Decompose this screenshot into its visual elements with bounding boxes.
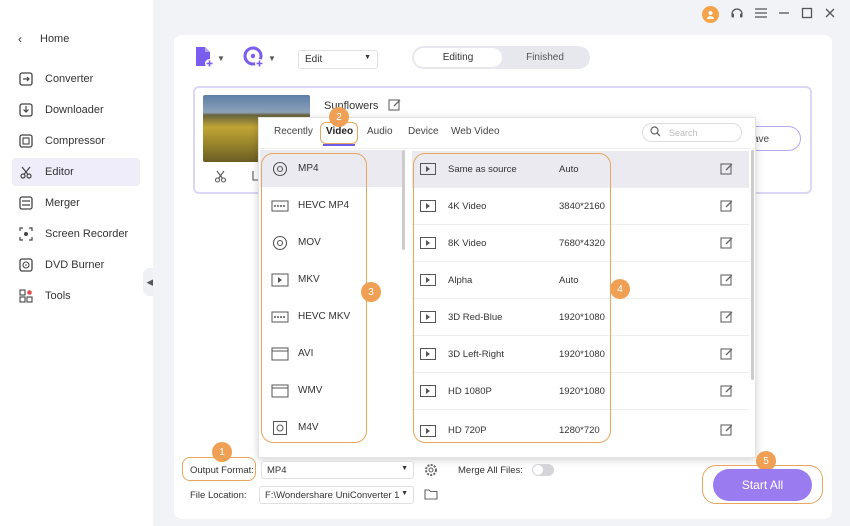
step-badge-2: 2 [329, 107, 349, 127]
chevron-down-icon: ▼ [364, 54, 371, 61]
add-files-button[interactable]: ▼ [194, 46, 225, 71]
trim-scissors-icon[interactable] [214, 170, 227, 186]
preset-list-scrollbar[interactable] [751, 150, 754, 380]
search-icon [650, 126, 661, 139]
merge-toggle[interactable] [532, 464, 554, 476]
edit-select[interactable]: Edit ▼ [298, 50, 378, 69]
output-format-select[interactable]: MP4 ▼ [261, 461, 414, 479]
minimize-icon[interactable] [778, 7, 790, 22]
output-format-label: Output Format: [190, 465, 254, 476]
step-badge-4: 4 [610, 279, 630, 299]
edit-preset-icon[interactable] [720, 423, 733, 439]
editing-finished-toggle: Editing Finished [412, 46, 590, 69]
sidebar-item-dvd-burner[interactable]: DVD Burner [12, 251, 140, 279]
rename-edit-icon[interactable] [388, 98, 401, 114]
headset-icon[interactable] [730, 6, 744, 23]
edit-select-value: Edit [305, 54, 323, 65]
sidebar-item-label: DVD Burner [45, 259, 105, 271]
tab-finished[interactable]: Finished [502, 48, 588, 67]
sidebar-item-editor[interactable]: Editor [12, 158, 140, 186]
edit-preset-icon[interactable] [720, 347, 733, 363]
file-location-label: File Location: [190, 490, 247, 501]
tab-audio[interactable]: Audio [367, 126, 393, 137]
step-badge-1: 1 [212, 442, 232, 462]
highlight-format-list [261, 153, 367, 443]
step-badge-3: 3 [361, 282, 381, 302]
tab-recently[interactable]: Recently [274, 126, 313, 137]
file-location-select[interactable]: F:\Wondershare UniConverter 1 ▼ [259, 486, 414, 504]
active-tab-indicator [323, 144, 355, 146]
chevron-down-icon: ▼ [217, 54, 225, 63]
sidebar-item-label: Converter [45, 73, 94, 85]
format-search-input[interactable]: Search [642, 123, 742, 142]
sidebar-item-label: Downloader [45, 104, 104, 116]
edit-preset-icon[interactable] [720, 384, 733, 400]
step-badge-5: 5 [756, 451, 776, 471]
output-format-value: MP4 [267, 465, 287, 476]
file-location-value: F:\Wondershare UniConverter 1 [265, 490, 400, 501]
sidebar-item-label: Merger [45, 197, 80, 209]
sidebar-item-label: Editor [45, 166, 74, 178]
sidebar-item-merger[interactable]: Merger [12, 189, 140, 217]
sidebar-item-label: Compressor [45, 135, 105, 147]
chevron-down-icon: ▼ [401, 490, 408, 497]
settings-gear-icon[interactable] [424, 463, 438, 480]
merger-icon [18, 195, 34, 211]
sidebar-item-tools[interactable]: Tools [12, 282, 140, 310]
window-controls [702, 6, 836, 23]
edit-preset-icon[interactable] [720, 310, 733, 326]
maximize-icon[interactable] [801, 7, 813, 22]
sidebar-item-downloader[interactable]: Downloader [12, 96, 140, 124]
home-label: Home [40, 33, 70, 45]
home-link[interactable]: ‹ Home [18, 32, 69, 46]
tab-device[interactable]: Device [408, 126, 439, 137]
highlight-preset-list [413, 153, 611, 443]
scissors-icon [18, 164, 34, 180]
format-list-scrollbar[interactable] [402, 150, 405, 250]
tab-web-video[interactable]: Web Video [451, 126, 500, 137]
add-file-icon [194, 46, 214, 71]
sidebar: ‹ Home Converter Downloader Compressor E… [0, 0, 153, 526]
sidebar-item-label: Screen Recorder [45, 228, 129, 240]
compressor-icon [18, 133, 34, 149]
sidebar-item-screen-recorder[interactable]: Screen Recorder [12, 220, 140, 248]
search-placeholder: Search [669, 127, 698, 138]
tab-divider [259, 148, 755, 149]
tab-editing[interactable]: Editing [414, 48, 502, 67]
folder-icon[interactable] [424, 488, 438, 503]
edit-preset-icon[interactable] [720, 162, 733, 178]
chevron-left-icon: ‹ [18, 32, 22, 46]
screen-recorder-icon [18, 226, 34, 242]
downloader-icon [18, 102, 34, 118]
sidebar-item-compressor[interactable]: Compressor [12, 127, 140, 155]
add-media-icon [243, 46, 265, 71]
sidebar-item-converter[interactable]: Converter [12, 65, 140, 93]
chevron-down-icon: ▼ [401, 465, 408, 472]
chevron-down-icon: ▼ [268, 54, 276, 63]
edit-preset-icon[interactable] [720, 236, 733, 252]
dvd-icon [18, 257, 34, 273]
sidebar-item-label: Tools [45, 290, 71, 302]
tools-icon [18, 288, 34, 304]
menu-icon[interactable] [755, 8, 767, 21]
converter-icon [18, 71, 34, 87]
edit-preset-icon[interactable] [720, 199, 733, 215]
start-all-button[interactable]: Start All [713, 469, 812, 501]
merge-label: Merge All Files: [458, 465, 523, 476]
close-icon[interactable] [824, 7, 836, 22]
edit-preset-icon[interactable] [720, 273, 733, 289]
add-media-button[interactable]: ▼ [243, 46, 276, 71]
user-avatar-icon[interactable] [702, 6, 719, 23]
